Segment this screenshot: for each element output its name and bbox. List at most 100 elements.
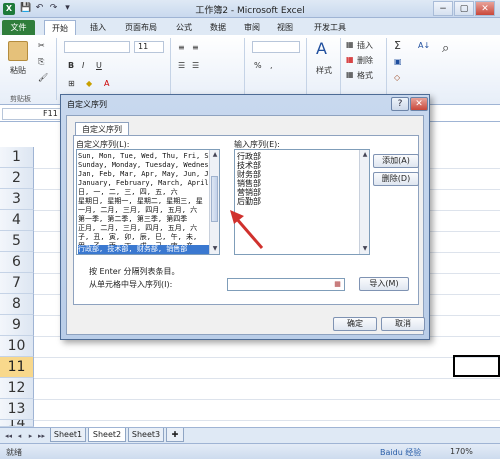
align-left-icon[interactable]: ☰ — [178, 61, 185, 70]
list-item[interactable]: Sun, Mon, Tue, Wed, Thu, Fri, S — [78, 152, 209, 161]
entries-scrollbar[interactable]: ▲ ▼ — [359, 150, 369, 254]
align-center-icon[interactable]: ☰ — [192, 61, 199, 70]
find-select-icon[interactable]: ⌕ — [442, 41, 460, 61]
underline-button[interactable]: U — [96, 61, 102, 70]
ok-button[interactable]: 确定 — [333, 317, 377, 331]
last-sheet-button[interactable]: ▸▸ — [37, 431, 46, 441]
range-selector-icon[interactable]: ▦ — [332, 280, 343, 289]
row-header[interactable]: 9 — [0, 315, 34, 336]
first-sheet-button[interactable]: ◂◂ — [4, 431, 13, 441]
custom-lists-listbox[interactable]: Sun, Mon, Tue, Wed, Thu, Fri, S Sunday, … — [76, 149, 220, 255]
insert-cells-label[interactable]: 插入 — [357, 40, 373, 51]
bold-button[interactable]: B — [68, 61, 74, 70]
styles-icon[interactable]: A — [316, 39, 336, 61]
tab-page-layout[interactable]: 页面布局 — [118, 20, 164, 35]
list-item[interactable]: January, February, March, April — [78, 179, 209, 188]
row-header[interactable]: 6 — [0, 252, 34, 273]
import-button[interactable]: 导入(M) — [359, 277, 409, 291]
list-item[interactable]: 第一季, 第二季, 第三季, 第四季 — [78, 215, 209, 224]
prev-sheet-button[interactable]: ◂ — [15, 431, 24, 441]
tab-developer[interactable]: 开发工具 — [310, 20, 350, 35]
tab-data[interactable]: 数据 — [206, 20, 230, 35]
list-item[interactable]: 日, 一, 二, 三, 四, 五, 六 — [78, 188, 209, 197]
row-header[interactable]: 5 — [0, 231, 34, 252]
list-item[interactable]: Jan, Feb, Mar, Apr, May, Jun, J — [78, 170, 209, 179]
number-format-combo[interactable] — [252, 41, 300, 53]
row-header[interactable]: 7 — [0, 273, 34, 294]
sheet-tab-sheet2[interactable]: Sheet2 — [88, 428, 126, 442]
list-item[interactable]: 一月, 二月, 三月, 四月, 五月, 六 — [78, 206, 209, 215]
cut-icon[interactable]: ✂ — [38, 41, 45, 50]
delete-cells-icon[interactable]: ▦ — [346, 55, 354, 64]
tab-view[interactable]: 视图 — [273, 20, 297, 35]
align-middle-icon[interactable]: ≡ — [192, 43, 199, 52]
row-header[interactable]: 4 — [0, 210, 34, 231]
tab-home[interactable]: 开始 — [44, 20, 76, 35]
autosum-icon[interactable]: Σ — [394, 39, 401, 52]
scroll-up-icon[interactable]: ▲ — [210, 150, 219, 160]
insert-sheet-icon[interactable]: ✚ — [166, 428, 184, 442]
sort-filter-icon[interactable]: A↓ — [418, 41, 436, 61]
scroll-thumb[interactable] — [211, 176, 218, 222]
format-cells-label[interactable]: 格式 — [357, 70, 373, 81]
row-header[interactable]: 1 — [0, 147, 34, 168]
active-cell-f11[interactable] — [453, 355, 500, 377]
close-button[interactable]: ✕ — [475, 1, 495, 16]
next-sheet-button[interactable]: ▸ — [26, 431, 35, 441]
row-header[interactable]: 3 — [0, 189, 34, 210]
cancel-button[interactable]: 取消 — [381, 317, 425, 331]
paste-icon[interactable] — [8, 41, 28, 61]
font-size-combo[interactable]: 11 — [134, 41, 164, 53]
tab-insert[interactable]: 插入 — [86, 20, 110, 35]
list-item[interactable]: 子, 丑, 寅, 卯, 辰, 巳, 午, 未, — [78, 233, 209, 242]
custom-lists-scrollbar[interactable]: ▲ ▼ — [209, 150, 219, 254]
font-color-icon[interactable]: A — [104, 79, 109, 88]
row-header[interactable]: 14 — [0, 420, 34, 427]
dialog-close-button[interactable]: ✕ — [410, 97, 428, 111]
paste-label[interactable]: 粘贴 — [10, 65, 26, 76]
align-top-icon[interactable]: ≡ — [178, 43, 185, 52]
styles-label[interactable]: 样式 — [316, 65, 332, 76]
row-header[interactable]: 2 — [0, 168, 34, 189]
group-divider — [340, 38, 341, 100]
list-item-selected[interactable]: 行政部, 技术部, 财务部, 销售部 — [78, 245, 209, 254]
import-range-field[interactable]: ▦ — [227, 278, 345, 291]
italic-button[interactable]: I — [82, 61, 84, 70]
tab-custom-lists[interactable]: 自定义序列 — [75, 122, 129, 136]
font-name-combo[interactable] — [64, 41, 130, 53]
add-button[interactable]: 添加(A) — [373, 154, 419, 168]
row-header[interactable]: 10 — [0, 336, 34, 357]
borders-icon[interactable]: ⊞ — [68, 79, 75, 88]
delete-cells-label[interactable]: 删除 — [357, 55, 373, 66]
sheet-tab-sheet1[interactable]: Sheet1 — [50, 428, 86, 442]
tab-file[interactable]: 文件 — [2, 20, 35, 35]
comma-icon[interactable]: , — [270, 61, 273, 70]
scroll-up-icon[interactable]: ▲ — [360, 150, 370, 160]
sheet-tab-sheet3[interactable]: Sheet3 — [128, 428, 164, 442]
list-item[interactable]: 星期日, 星期一, 星期二, 星期三, 星 — [78, 197, 209, 206]
percent-icon[interactable]: % — [254, 61, 262, 70]
row-header-selected[interactable]: 11 — [0, 357, 34, 378]
fill-color-icon[interactable]: ◆ — [86, 79, 92, 88]
list-item[interactable]: Sunday, Monday, Tuesday, Wednes — [78, 161, 209, 170]
row-header[interactable]: 8 — [0, 294, 34, 315]
help-button[interactable]: ? — [391, 97, 409, 111]
zoom-level[interactable]: 170% — [450, 447, 473, 456]
fill-icon[interactable]: ▣ — [394, 57, 402, 66]
row-header[interactable]: 13 — [0, 399, 34, 420]
scroll-down-icon[interactable]: ▼ — [210, 244, 219, 254]
row-header[interactable]: 12 — [0, 378, 34, 399]
clear-icon[interactable]: ◇ — [394, 73, 400, 82]
insert-cells-icon[interactable]: ▦ — [346, 40, 354, 49]
name-box[interactable]: F11 — [2, 108, 62, 120]
list-item[interactable]: 正月, 二月, 三月, 四月, 五月, 六 — [78, 224, 209, 233]
maximize-button[interactable]: ▢ — [454, 1, 474, 16]
format-cells-icon[interactable]: ▦ — [346, 70, 354, 79]
delete-button[interactable]: 删除(D) — [373, 172, 419, 186]
tab-formulas[interactable]: 公式 — [172, 20, 196, 35]
copy-icon[interactable]: ⎘ — [38, 57, 44, 67]
format-painter-icon[interactable]: 🖌 — [38, 73, 48, 82]
minimize-button[interactable]: − — [433, 1, 453, 16]
tab-review[interactable]: 审阅 — [240, 20, 264, 35]
scroll-down-icon[interactable]: ▼ — [360, 244, 370, 254]
